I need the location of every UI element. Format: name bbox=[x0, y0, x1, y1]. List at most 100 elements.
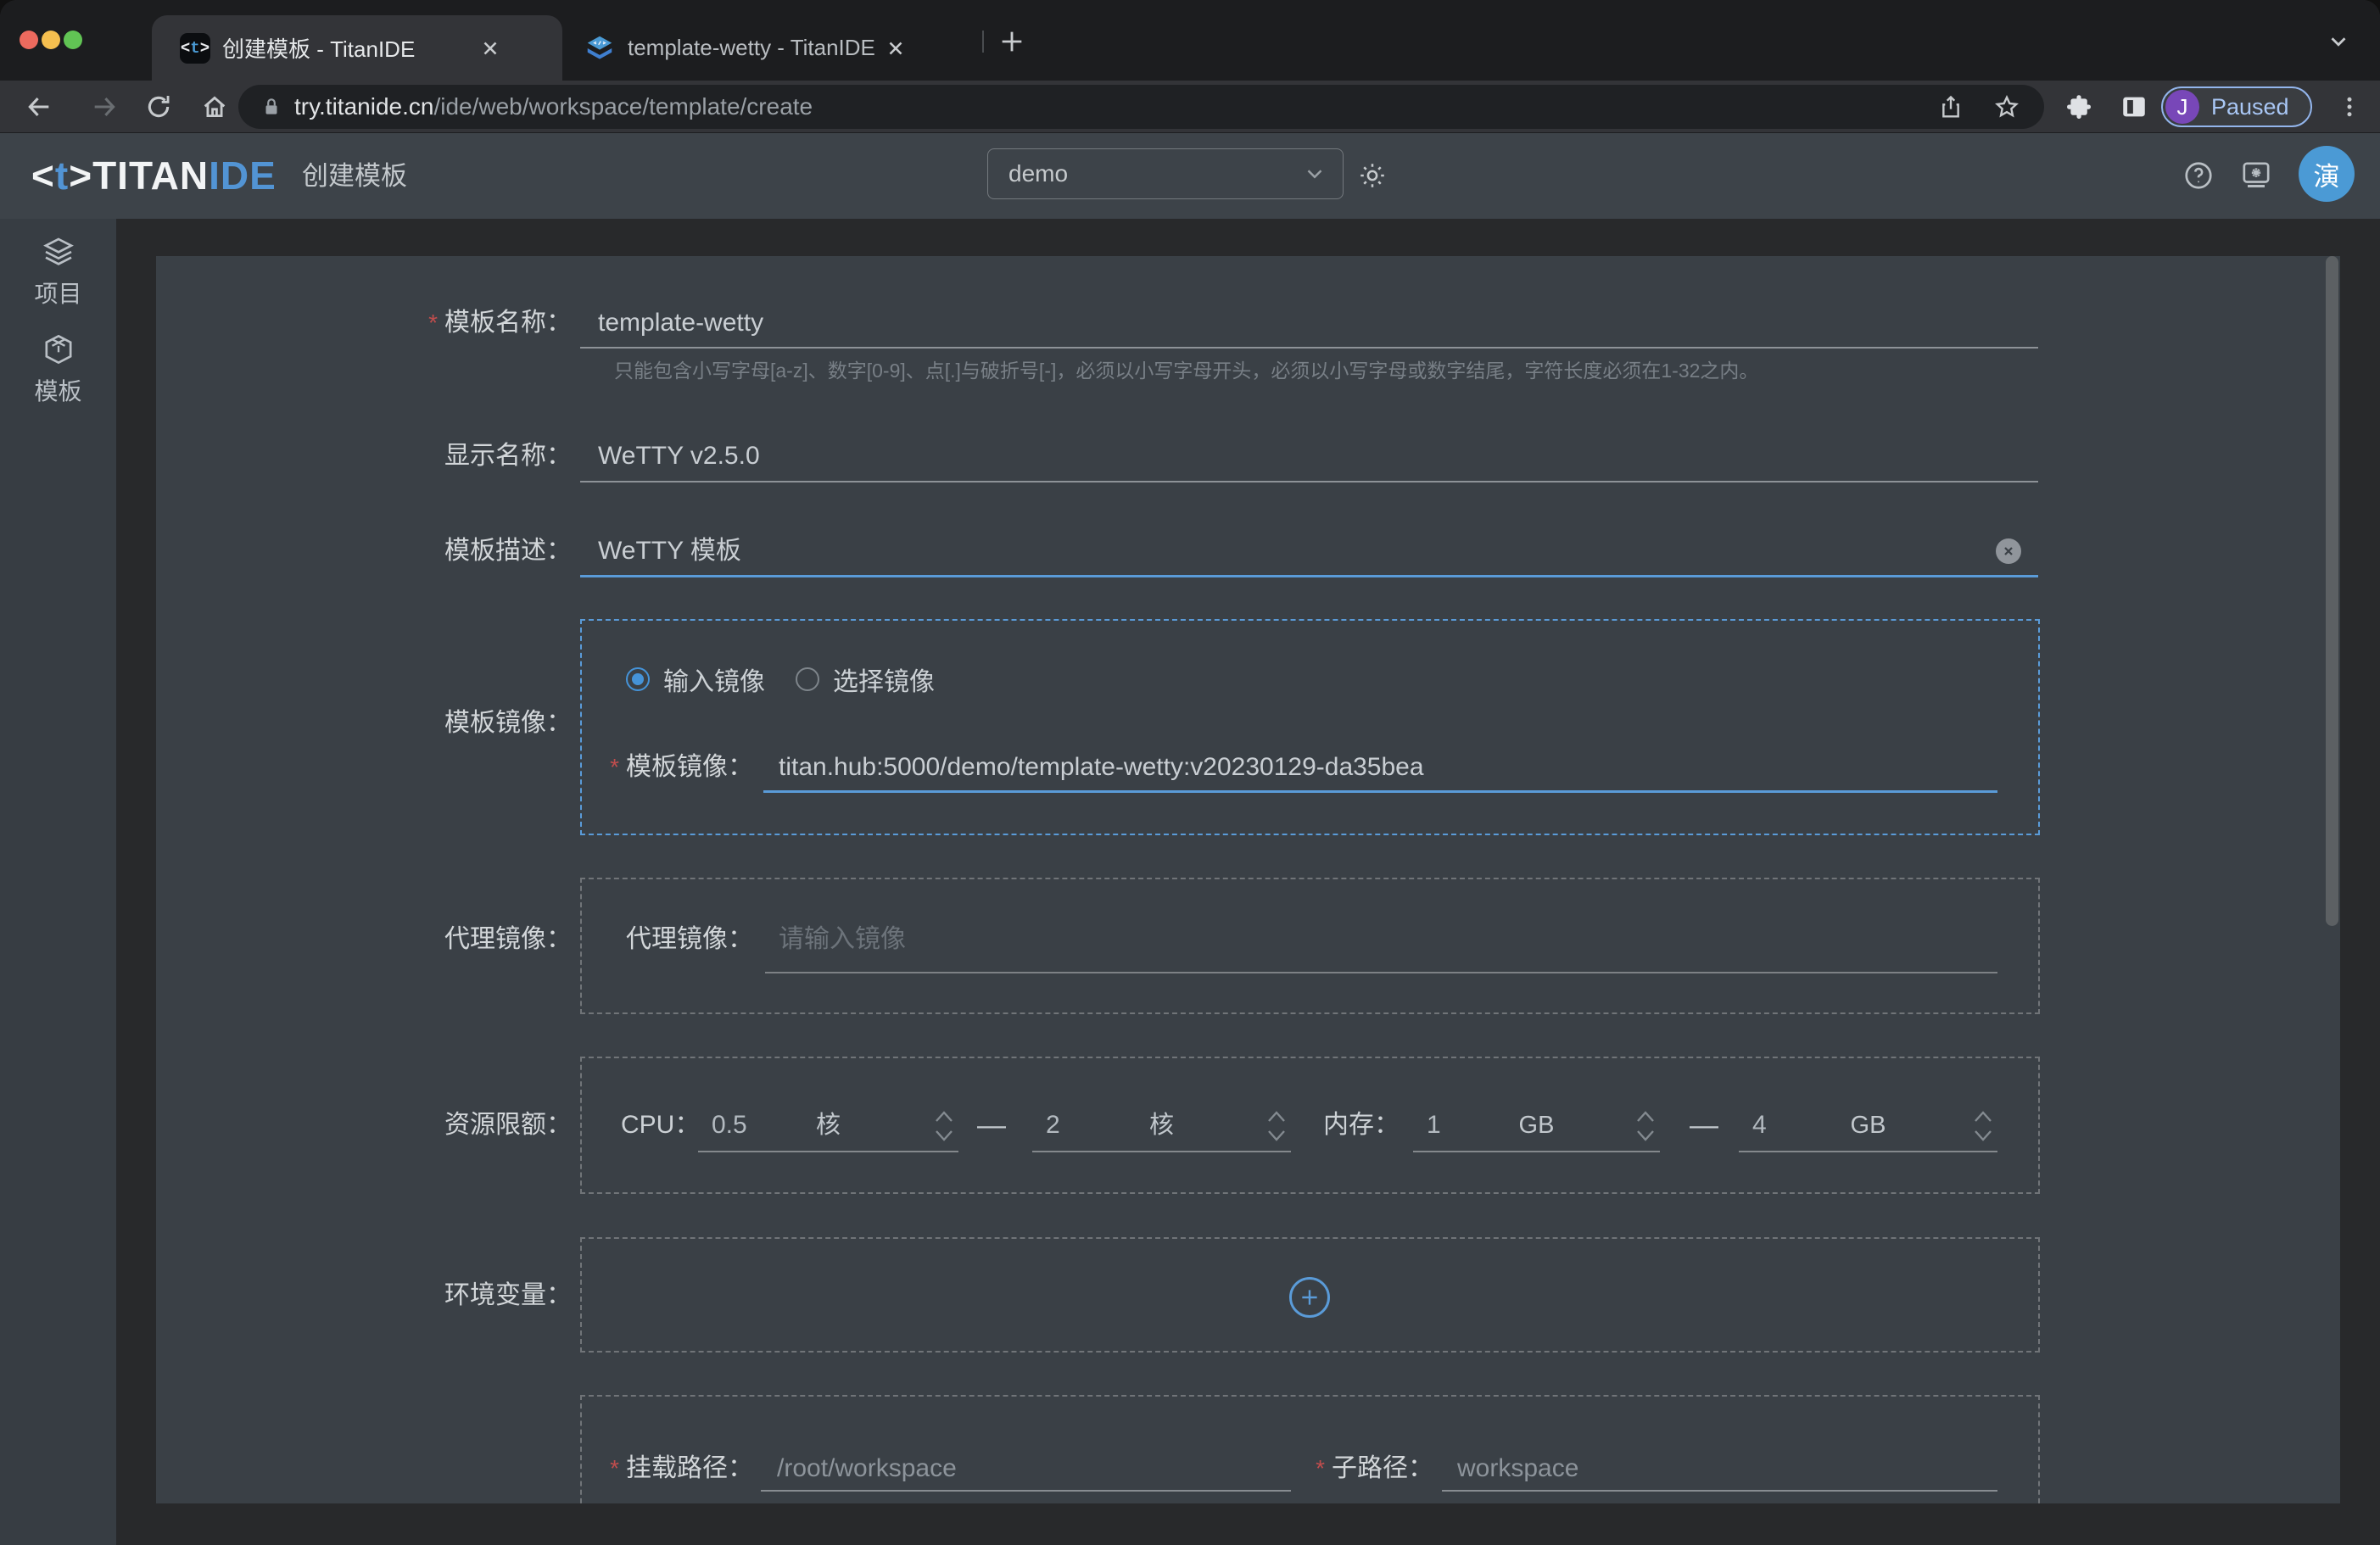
page-title: 创建模板 bbox=[302, 159, 407, 194]
tab-template-wetty[interactable]: template-wetty - TitanIDE bbox=[570, 15, 975, 81]
memory-max-unit: GB bbox=[1851, 1108, 1886, 1142]
sidebar-nav: 项目 模板 bbox=[0, 219, 116, 1545]
reload-button[interactable] bbox=[143, 92, 174, 122]
close-window-button[interactable] bbox=[20, 31, 38, 49]
stepper-icon[interactable] bbox=[1265, 1107, 1288, 1145]
close-tab-icon[interactable] bbox=[882, 35, 909, 62]
proxy-image-input[interactable]: 请输入镜像 bbox=[779, 923, 906, 957]
memory-max-input[interactable]: 4 GB bbox=[1739, 1100, 1997, 1152]
resource-quota-box: CPU： 0.5 核 — 2 核 内存： 1 GB — bbox=[580, 1057, 2040, 1194]
profile-avatar: J bbox=[2165, 90, 2199, 124]
browser-profile-button[interactable]: J Paused bbox=[2161, 86, 2312, 127]
tab-title: 创建模板 - TitanIDE bbox=[222, 32, 477, 64]
sub-path-input[interactable]: workspace bbox=[1457, 1452, 1578, 1486]
cube-icon bbox=[42, 332, 75, 366]
radio-input-image[interactable] bbox=[626, 667, 650, 691]
input-underline bbox=[580, 347, 2038, 349]
address-bar[interactable]: try.titanide.cn/ide/web/workspace/templa… bbox=[238, 85, 2044, 129]
required-mark: * bbox=[610, 1455, 619, 1481]
cpu-min-input[interactable]: 0.5 核 bbox=[698, 1100, 958, 1152]
clear-input-icon[interactable] bbox=[1996, 538, 2021, 564]
workspace-select-value: demo bbox=[1008, 160, 1302, 187]
description-input[interactable]: WeTTY 模板 bbox=[598, 534, 741, 568]
image-group-box: 输入镜像 选择镜像 *模板镜像： titan.hub:5000/demo/tem… bbox=[580, 619, 2040, 835]
zoom-window-button[interactable] bbox=[64, 31, 82, 49]
input-underline bbox=[761, 1490, 1291, 1492]
chevron-down-icon bbox=[1302, 161, 1327, 187]
new-tab-button[interactable] bbox=[997, 27, 1026, 56]
field-label-env-vars: 环境变量： bbox=[215, 1279, 572, 1313]
tab-search-chevron-icon[interactable] bbox=[2326, 29, 2351, 54]
radio-select-image[interactable] bbox=[796, 667, 819, 691]
create-template-form: *模板名称： template-wetty 只能包含小写字母[a-z]、数字[0… bbox=[156, 256, 2340, 1503]
required-mark: * bbox=[428, 310, 438, 336]
stack-favicon bbox=[584, 32, 616, 64]
memory-label: 内存： bbox=[1323, 1108, 1400, 1142]
back-button[interactable] bbox=[24, 92, 54, 122]
mount-box: *挂载路径： /root/workspace *子路径： workspace bbox=[580, 1395, 2040, 1503]
cpu-max-value: 2 bbox=[1046, 1108, 1060, 1142]
field-label-proxy-group: 代理镜像： bbox=[215, 923, 572, 957]
cpu-label: CPU： bbox=[621, 1108, 700, 1142]
memory-min-value: 1 bbox=[1427, 1108, 1441, 1142]
titanide-favicon: <t> bbox=[180, 33, 210, 64]
radio-label: 输入镜像 bbox=[663, 661, 765, 698]
url-text: try.titanide.cn/ide/web/workspace/templa… bbox=[294, 93, 813, 120]
main-content: 项目 模板 *模板名称： template-wetty 只能包含小写字母[a-z… bbox=[0, 219, 2380, 1545]
input-underline bbox=[1442, 1490, 1997, 1492]
input-underline-focused bbox=[580, 575, 2038, 577]
workspace-settings-gear-icon[interactable] bbox=[1355, 159, 1389, 192]
sidebar-item-label: 项目 bbox=[34, 276, 81, 310]
workspace-select[interactable]: demo bbox=[987, 148, 1344, 199]
env-vars-box bbox=[580, 1237, 2040, 1353]
field-label-resources: 资源限额： bbox=[215, 1108, 572, 1142]
stepper-icon[interactable] bbox=[933, 1107, 955, 1145]
field-label-proxy-image: 代理镜像： bbox=[584, 923, 753, 957]
stepper-icon[interactable] bbox=[1972, 1107, 1994, 1145]
cpu-max-unit: 核 bbox=[1149, 1108, 1174, 1142]
memory-max-value: 4 bbox=[1752, 1108, 1767, 1142]
side-panel-icon[interactable] bbox=[2119, 92, 2149, 122]
tab-title: template-wetty - TitanIDE bbox=[628, 35, 882, 61]
home-button[interactable] bbox=[199, 92, 230, 122]
lock-icon bbox=[260, 96, 282, 118]
admin-console-icon[interactable] bbox=[2239, 159, 2273, 192]
field-label-description: 模板描述： bbox=[215, 534, 572, 568]
display-name-input[interactable]: WeTTY v2.5.0 bbox=[598, 439, 760, 473]
cpu-min-unit: 核 bbox=[816, 1108, 841, 1142]
forward-button[interactable] bbox=[89, 92, 120, 122]
sidebar-item-templates[interactable]: 模板 bbox=[0, 332, 116, 407]
add-env-var-button[interactable] bbox=[1289, 1277, 1330, 1318]
tab-divider bbox=[982, 31, 984, 53]
memory-min-input[interactable]: 1 GB bbox=[1413, 1100, 1660, 1152]
field-label-sub-path: *子路径： bbox=[1264, 1452, 1433, 1486]
template-image-input[interactable]: titan.hub:5000/demo/template-wetty:v2023… bbox=[779, 750, 1424, 784]
share-icon[interactable] bbox=[1937, 93, 1964, 120]
input-underline bbox=[765, 972, 1997, 973]
required-mark: * bbox=[1316, 1455, 1325, 1481]
field-label-template-name: *模板名称： bbox=[215, 306, 572, 340]
memory-min-unit: GB bbox=[1519, 1108, 1555, 1142]
stepper-icon[interactable] bbox=[1634, 1107, 1657, 1145]
field-label-template-image: *模板镜像： bbox=[584, 750, 753, 784]
template-name-input[interactable]: template-wetty bbox=[598, 306, 763, 340]
close-tab-icon[interactable] bbox=[477, 35, 504, 62]
template-name-hint: 只能包含小写字母[a-z]、数字[0-9]、点[.]与破折号[-]，必须以小写字… bbox=[614, 354, 1758, 388]
cpu-min-value: 0.5 bbox=[712, 1108, 747, 1142]
tab-create-template[interactable]: <t> 创建模板 - TitanIDE bbox=[152, 15, 562, 81]
layers-icon bbox=[42, 235, 75, 269]
extensions-puzzle-icon[interactable] bbox=[2064, 92, 2094, 122]
help-icon[interactable] bbox=[2182, 159, 2215, 192]
mount-path-input[interactable]: /root/workspace bbox=[777, 1452, 957, 1486]
app-header: <t>TITANIDE 创建模板 demo 演 bbox=[0, 133, 2380, 219]
field-label-display-name: 显示名称： bbox=[215, 439, 572, 473]
bookmark-star-icon[interactable] bbox=[1993, 93, 2020, 120]
sidebar-item-projects[interactable]: 项目 bbox=[0, 235, 116, 310]
cpu-max-input[interactable]: 2 核 bbox=[1032, 1100, 1291, 1152]
browser-window: <t> 创建模板 - TitanIDE template-wetty - Tit… bbox=[0, 0, 2380, 1545]
titanide-logo[interactable]: <t>TITANIDE bbox=[31, 148, 277, 203]
scrollbar-thumb[interactable] bbox=[2326, 256, 2338, 926]
browser-menu-icon[interactable] bbox=[2334, 92, 2365, 122]
minimize-window-button[interactable] bbox=[42, 31, 60, 49]
user-avatar[interactable]: 演 bbox=[2299, 146, 2355, 202]
